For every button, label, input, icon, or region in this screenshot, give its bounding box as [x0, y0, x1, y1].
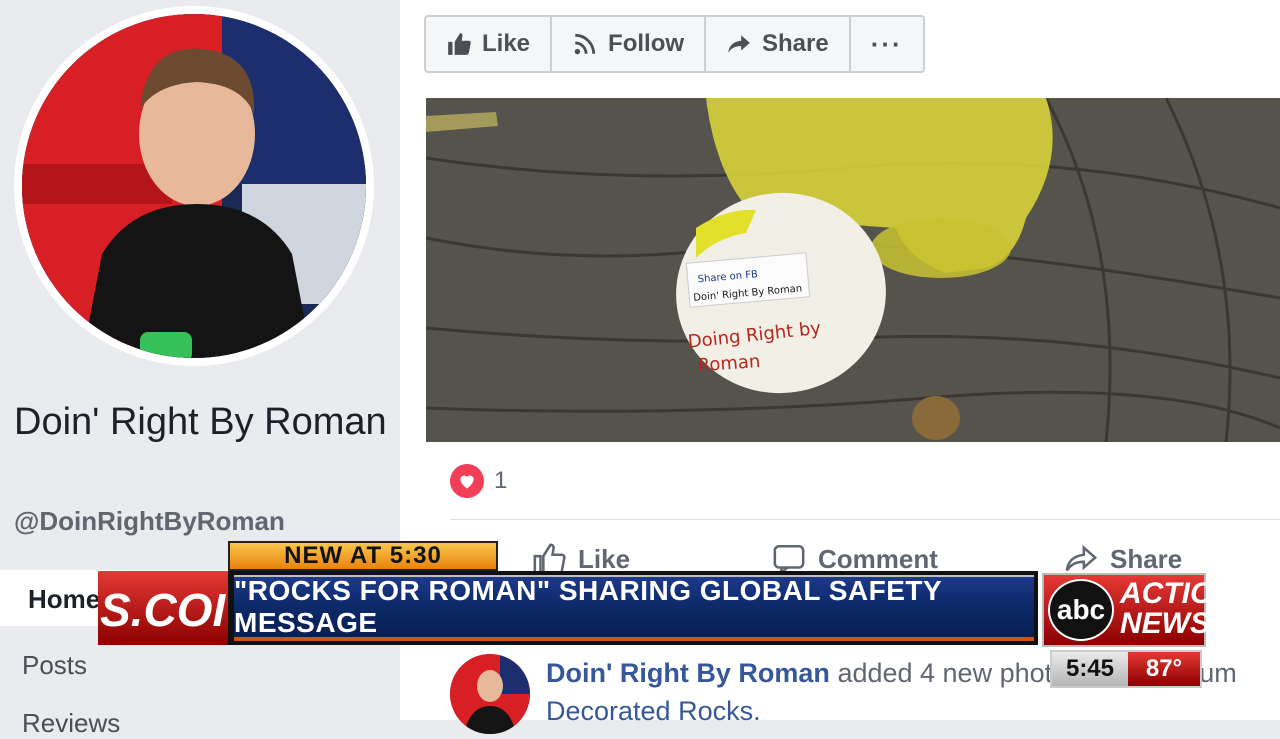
- station-logo: abc ACTION NEWS: [1042, 573, 1235, 647]
- like-page-label: Like: [482, 30, 531, 57]
- abc-logo: abc: [1048, 579, 1114, 641]
- post-photo[interactable]: Share on FB Doin' Right By Roman Doing R…: [426, 98, 1280, 442]
- sidebar-item-label: Reviews: [22, 708, 121, 738]
- post-like-label: Like: [578, 543, 631, 574]
- profile-picture-frame: [14, 6, 374, 366]
- like-page-button[interactable]: Like: [426, 17, 553, 71]
- profile-picture[interactable]: [22, 14, 366, 358]
- clock: 5:45: [1052, 652, 1128, 686]
- website-fragment: S.COI: [98, 571, 228, 645]
- post-card: Share on FB Doin' Right By Roman Doing R…: [400, 94, 1280, 606]
- author-avatar[interactable]: [450, 654, 530, 734]
- follow-label: Follow: [608, 30, 685, 57]
- share-page-button[interactable]: Share: [706, 17, 851, 71]
- page-title: Doin' Right By Roman: [14, 401, 387, 443]
- thumbs-up-icon: [448, 33, 471, 55]
- website-fragment-text: S.COI: [100, 584, 226, 636]
- share-page-label: Share: [762, 30, 829, 57]
- logo-line-2: NEWS: [1120, 607, 1210, 640]
- action-news-logo: ACTION NEWS: [1120, 579, 1235, 639]
- reaction-summary[interactable]: 1: [450, 464, 507, 498]
- logo-line-1: ACTION: [1120, 577, 1235, 610]
- news-headline: "ROCKS FOR ROMAN" SHARING GLOBAL SAFETY …: [234, 575, 942, 638]
- divider: [450, 519, 1280, 520]
- headline-bar: "ROCKS FOR ROMAN" SHARING GLOBAL SAFETY …: [234, 575, 1034, 641]
- post-share-label: Share: [1110, 543, 1183, 574]
- news-tag: NEW AT 5:30: [228, 541, 498, 571]
- share-arrow-icon: [728, 35, 750, 53]
- rock-handwriting-2: Roman: [697, 351, 761, 376]
- love-reaction-icon: [450, 464, 484, 498]
- sidebar-item-label: Home: [28, 584, 101, 614]
- post-comment-label: Comment: [818, 543, 938, 574]
- share-outline-icon: [1065, 544, 1098, 572]
- rss-icon: [574, 33, 596, 55]
- story-author-link[interactable]: Doin' Right By Roman: [546, 658, 830, 688]
- page-username[interactable]: @DoinRightByRoman: [14, 506, 285, 537]
- temperature: 87°: [1128, 652, 1200, 686]
- action-button-group: Like Follow Share ···: [424, 15, 925, 73]
- more-options-button[interactable]: ···: [851, 17, 923, 71]
- sidebar-item-label: Posts: [22, 650, 88, 680]
- album-link[interactable]: Decorated Rocks.: [546, 696, 761, 727]
- news-lower-third: S.COI "ROCKS FOR ROMAN" SHARING GLOBAL S…: [98, 571, 1038, 645]
- more-icon: ···: [870, 28, 903, 59]
- reaction-count: 1: [494, 467, 508, 494]
- follow-button[interactable]: Follow: [552, 17, 707, 71]
- post-share-button[interactable]: Share: [1064, 542, 1182, 576]
- time-temp-box: 5:45 87°: [1050, 650, 1202, 688]
- page-action-bar: Like Follow Share ···: [400, 0, 1280, 95]
